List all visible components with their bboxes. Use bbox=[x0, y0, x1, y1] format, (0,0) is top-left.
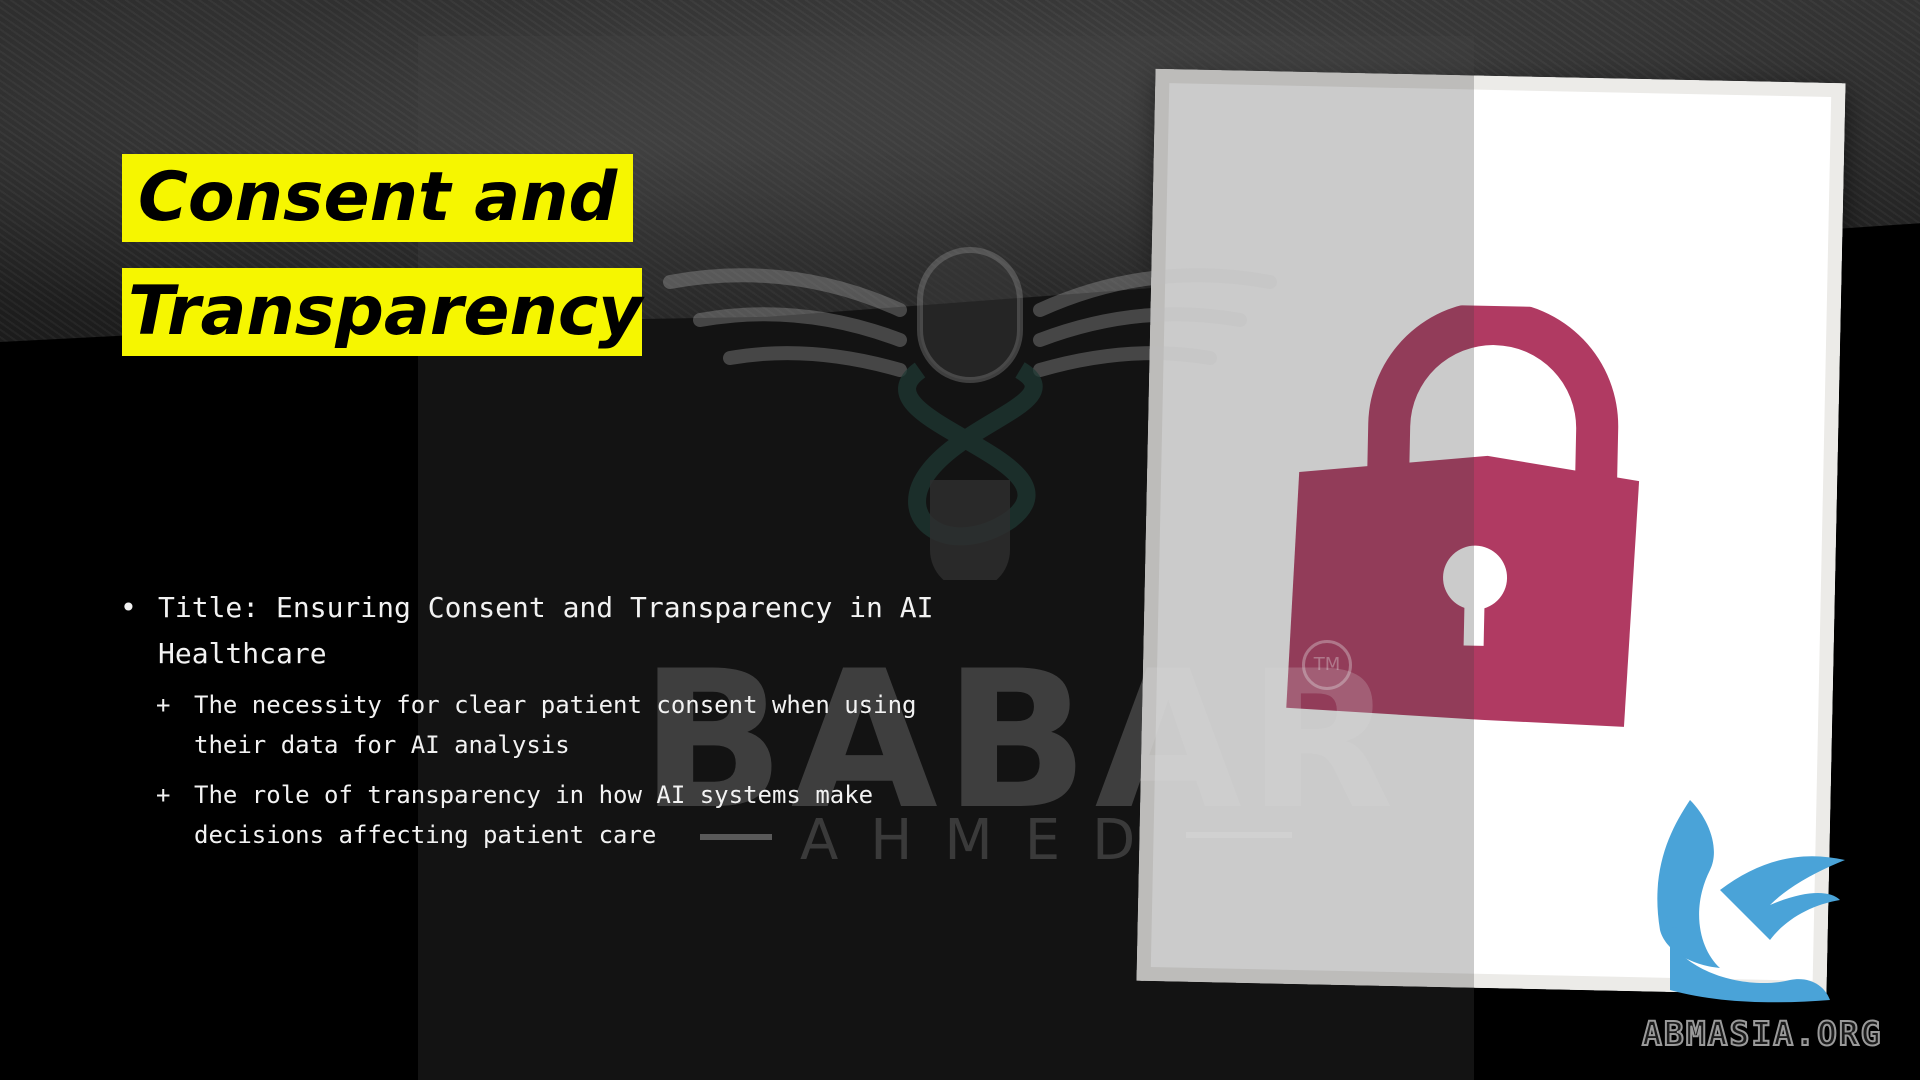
bullet-text: Title: Ensuring Consent and Transparency… bbox=[158, 591, 934, 670]
bullet-item: • Title: Ensuring Consent and Transparen… bbox=[120, 585, 1000, 677]
trademark-icon: TM bbox=[1302, 640, 1352, 690]
sub-bullet-text: The role of transparency in how AI syste… bbox=[194, 781, 874, 849]
bullet-dot-icon: • bbox=[120, 591, 137, 624]
sub-bullet-list: + The necessity for clear patient consen… bbox=[120, 685, 1000, 855]
slide-title-line-1: Consent and bbox=[122, 154, 634, 242]
sub-bullet-item: + The role of transparency in how AI sys… bbox=[120, 775, 1000, 855]
sub-bullet-item: + The necessity for clear patient consen… bbox=[120, 685, 1000, 765]
plus-icon: + bbox=[156, 691, 171, 719]
sub-bullet-text: The necessity for clear patient consent … bbox=[194, 691, 917, 759]
caduceus-wings-logo-icon bbox=[663, 247, 1277, 580]
slide-title-line-2: Transparency bbox=[122, 268, 643, 356]
bullet-list: • Title: Ensuring Consent and Transparen… bbox=[120, 585, 1000, 865]
watermark-rule-right bbox=[1186, 832, 1292, 838]
plus-icon: + bbox=[156, 781, 171, 809]
brand-watermark-text: ABMASIA.ORG bbox=[1641, 1013, 1883, 1054]
griffin-icon bbox=[1657, 800, 1845, 1003]
presentation-slide: BABAR TM AHMED Consent and Transparency … bbox=[0, 0, 1920, 1080]
